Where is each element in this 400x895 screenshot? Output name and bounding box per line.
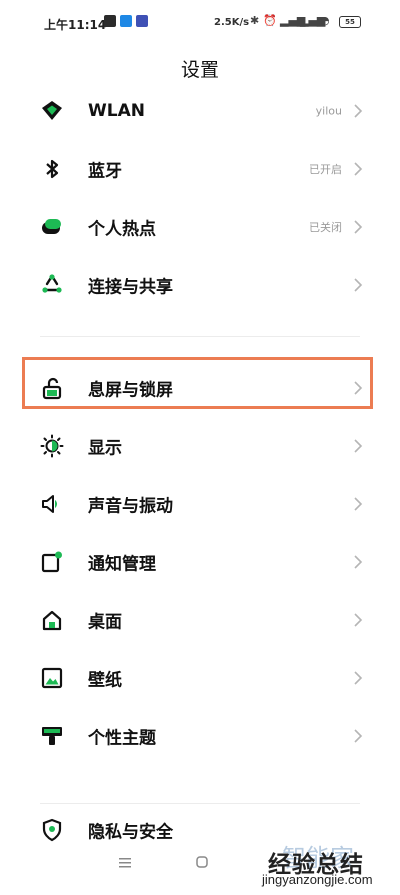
status-time: 上午11:14 [44,18,107,32]
settings-item-label: 连接与共享 [88,277,173,298]
settings-item-connection[interactable]: 连接与共享 [0,256,400,314]
wallpaper-icon [40,666,64,690]
chevron-right-icon [352,496,364,512]
highlight-box [22,357,373,409]
settings-item-label: 声音与振动 [88,496,173,517]
shield-icon [40,818,64,842]
network-speed: 2.5K/s [214,17,250,28]
brightness-icon [40,434,64,458]
page-title: 设置 [180,59,219,81]
chevron-right-icon [352,438,364,454]
settings-item-notifications[interactable]: 通知管理 [0,533,400,591]
settings-item-label: 蓝牙 [88,161,122,182]
settings-item-label: WLAN [88,101,145,121]
alarm-icon: ⏰ [263,14,277,27]
home-icon [40,608,64,632]
chevron-right-icon [352,161,364,177]
chevron-right-icon [352,612,364,628]
section-divider [40,803,360,804]
settings-item-label: 显示 [88,438,122,459]
settings-item-value: 已开启 [309,163,342,176]
speaker-icon [40,492,64,516]
hotspot-icon [40,215,64,239]
status-bar: 上午11:14 2.5K/s ✱ ⏰ ▂▄▆ ▂▄▆ ◔ 55 [0,0,400,46]
app-notification-icon [104,15,116,27]
bluetooth-icon [40,157,64,181]
section-divider [40,336,360,337]
settings-item-themes[interactable]: 个性主题 [0,707,400,765]
settings-item-wallpaper[interactable]: 壁纸 [0,649,400,707]
chevron-right-icon [352,728,364,744]
settings-item-label: 隐私与安全 [88,822,173,843]
settings-item-value: yilou [315,104,342,118]
settings-item-label: 通知管理 [88,554,156,575]
settings-item-hotspot[interactable]: 个人热点 已关闭 [0,198,400,256]
settings-item-label: 桌面 [88,612,122,633]
chevron-right-icon [352,219,364,235]
chevron-right-icon [352,103,364,119]
settings-item-desktop[interactable]: 桌面 [0,591,400,649]
settings-item-label: 个人热点 [88,219,156,240]
app-notification-icon [120,15,132,27]
notification-icon [40,550,64,574]
settings-item-wlan[interactable]: WLAN yilou [0,82,400,140]
wifi-status-icon: ◔ [320,14,330,27]
settings-item-bluetooth[interactable]: 蓝牙 已开启 [0,140,400,198]
bluetooth-status-icon: ✱ [250,14,260,27]
settings-item-label: 个性主题 [88,728,156,749]
settings-item-display[interactable]: 显示 [0,417,400,475]
app-notification-icon [136,15,148,27]
theme-icon [40,724,64,748]
battery-icon: 55 [339,16,361,28]
settings-item-label: 壁纸 [88,670,122,691]
wifi-icon [40,99,64,123]
settings-item-value: 已关闭 [309,221,342,234]
share-icon [40,273,64,297]
settings-item-sound[interactable]: 声音与振动 [0,475,400,533]
home-nav-icon[interactable] [196,856,208,868]
chevron-right-icon [352,670,364,686]
chevron-right-icon [352,554,364,570]
chevron-right-icon [352,277,364,293]
watermark-url: jingyanzongjie.com [262,872,373,887]
menu-nav-icon[interactable] [119,858,131,868]
